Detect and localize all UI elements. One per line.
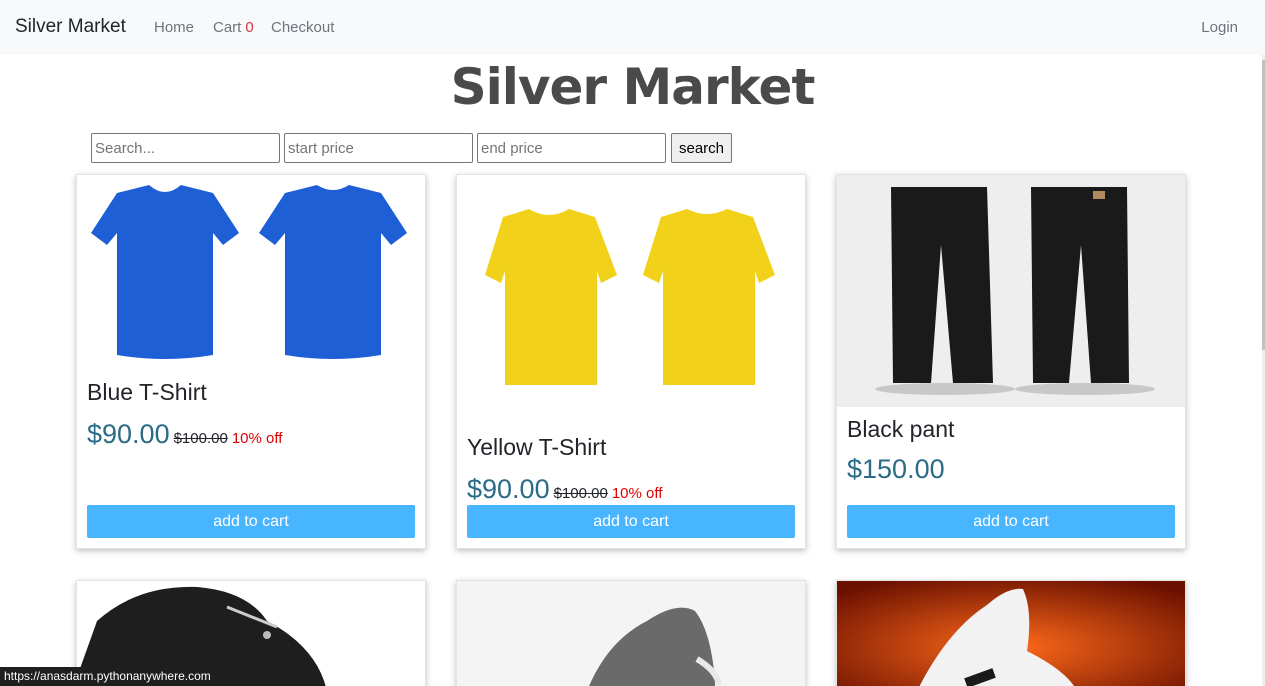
nav-checkout-link[interactable]: Checkout [271, 19, 334, 36]
product-card [456, 580, 806, 686]
blue-tshirt-image [77, 175, 425, 375]
add-to-cart-button[interactable]: add to cart [847, 505, 1175, 538]
nav-home-link[interactable]: Home [154, 19, 194, 36]
cart-count-badge: 0 [245, 19, 254, 36]
product-title: Black pant [847, 416, 955, 442]
navbar: Silver Market Home Cart 0 Checkout Login [0, 0, 1265, 55]
brand-link[interactable]: Silver Market [15, 16, 126, 38]
product-price: $90.00 [467, 474, 550, 504]
add-to-cart-button[interactable]: add to cart [467, 505, 795, 538]
product-card: Black pant $150.00 add to cart [836, 174, 1186, 549]
page-title: Silver Market [450, 58, 816, 116]
product-card: Yellow T-Shirt $90.00 $100.00 10% off add … [456, 174, 806, 549]
grey-sneaker-image [457, 581, 805, 686]
nav-login-link[interactable]: Login [1201, 19, 1238, 36]
start-price-input[interactable] [284, 133, 473, 163]
nav-cart-link[interactable]: Cart 0 [213, 19, 254, 36]
product-title: Yellow T-Shirt [467, 434, 607, 460]
discount-label: 10% off [611, 485, 663, 502]
discount-label: 10% off [231, 430, 283, 447]
product-card [836, 580, 1186, 686]
end-price-input[interactable] [477, 133, 666, 163]
add-to-cart-button[interactable]: add to cart [87, 505, 415, 538]
product-price: $90.00 [87, 419, 170, 449]
yellow-tshirt-image [457, 175, 805, 425]
price-line: $90.00 $100.00 10% off [467, 474, 662, 505]
status-bar-url: https://anasdarm.pythonanywhere.com [0, 667, 215, 686]
search-button[interactable]: search [671, 133, 732, 163]
price-line: $150.00 [847, 454, 945, 485]
white-sneaker-image [837, 581, 1185, 686]
nav-cart-label: Cart [213, 19, 242, 36]
product-card: Blue T-Shirt $90.00 $100.00 10% off add to… [76, 174, 426, 549]
product-old-price: $100.00 [553, 485, 608, 502]
black-pant-image [837, 175, 1185, 407]
product-title: Blue T-Shirt [87, 379, 207, 405]
product-price: $150.00 [847, 454, 945, 484]
search-input[interactable] [91, 133, 280, 163]
product-old-price: $100.00 [173, 430, 228, 447]
price-line: $90.00 $100.00 10% off [87, 419, 282, 450]
